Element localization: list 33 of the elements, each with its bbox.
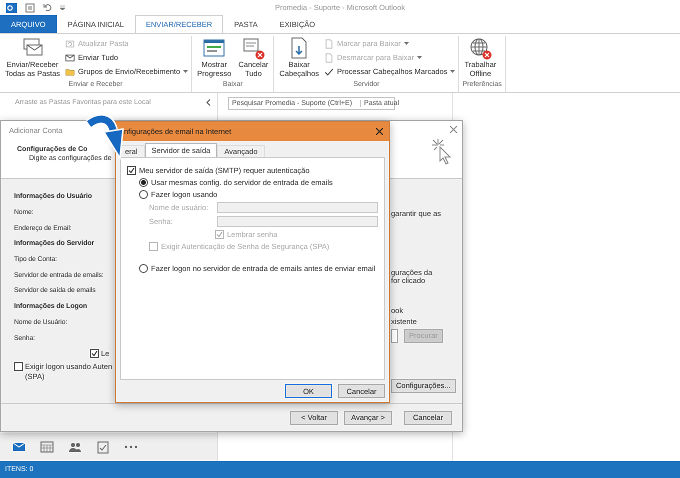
document-icon xyxy=(324,52,334,62)
close-icon[interactable] xyxy=(450,126,457,133)
input-field[interactable] xyxy=(216,216,378,227)
tasks-icon[interactable] xyxy=(96,440,110,454)
checkbox[interactable] xyxy=(90,348,99,358)
globe-icon xyxy=(468,36,492,60)
people-icon[interactable] xyxy=(68,440,82,454)
refresh-icon xyxy=(65,38,76,48)
checkbox[interactable] xyxy=(127,166,136,175)
radio-button[interactable] xyxy=(139,178,148,187)
undo-icon[interactable] xyxy=(43,3,52,12)
document-icon xyxy=(324,38,334,48)
cancel-icon xyxy=(241,36,266,60)
caret-icon xyxy=(404,42,409,45)
input-field[interactable] xyxy=(216,202,378,213)
outlook-logo-icon[interactable] xyxy=(6,2,17,12)
close-icon[interactable] xyxy=(376,128,383,135)
send-receive-icon[interactable] xyxy=(25,2,35,12)
caret-icon xyxy=(183,70,188,73)
caret-icon xyxy=(450,70,456,73)
calendar-icon[interactable] xyxy=(40,440,54,454)
path-field[interactable] xyxy=(391,328,398,342)
caret-icon xyxy=(417,56,422,59)
cursor-icon xyxy=(432,139,452,165)
collapse-icon[interactable] xyxy=(206,98,211,106)
radio-button[interactable] xyxy=(139,264,148,273)
radio-button[interactable] xyxy=(139,190,148,199)
check-icon xyxy=(324,66,334,76)
customize-icon[interactable] xyxy=(60,5,65,10)
checkbox[interactable] xyxy=(14,362,23,371)
mail-icon[interactable] xyxy=(12,440,26,454)
envelope-icon xyxy=(65,52,76,62)
folder-icon xyxy=(65,66,76,76)
